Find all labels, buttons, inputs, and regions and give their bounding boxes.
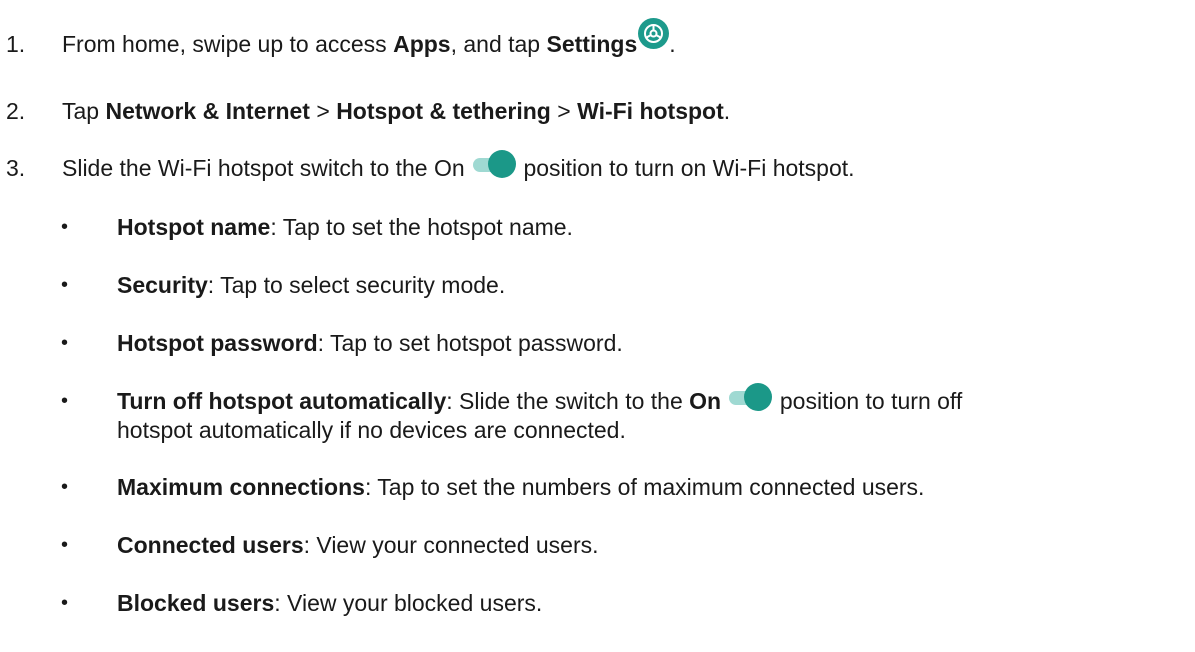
- bullet-icon: •: [61, 476, 69, 498]
- bullet-term: Maximum connections: [117, 474, 365, 500]
- toggle-knob: [488, 149, 517, 178]
- instructions-document: 1. From home, swipe up to access Apps, a…: [0, 0, 1195, 652]
- step-text-post: position to turn on Wi-Fi hotspot.: [517, 155, 855, 181]
- bullet-icon: •: [61, 216, 69, 238]
- path-separator: >: [309, 98, 337, 124]
- bullet-desc: : View your connected users.: [303, 532, 599, 558]
- path-separator: >: [550, 98, 578, 124]
- term-settings: Settings: [546, 31, 638, 57]
- term-wifi-hotspot: Wi-Fi hotspot: [577, 98, 724, 124]
- term-network-internet: Network & Internet: [105, 98, 310, 124]
- bullet-desc: : Tap to set hotspot password.: [317, 330, 623, 356]
- bullet-desc: : Slide the switch to the: [446, 388, 690, 414]
- step-text-post: .: [669, 31, 676, 57]
- step-number: 1.: [6, 31, 26, 57]
- term-apps: Apps: [393, 31, 451, 57]
- bullet-desc: : Tap to select security mode.: [207, 272, 506, 298]
- bullet-desc: : Tap to set the hotspot name.: [270, 214, 573, 240]
- bullet-text: Connected users: View your connected use…: [117, 531, 599, 559]
- bullet-term: Security: [117, 272, 208, 298]
- bullet-icon: •: [61, 534, 69, 556]
- step-number: 3.: [6, 155, 26, 181]
- bullet-term: Turn off hotspot automatically: [117, 388, 447, 414]
- step-number: 2.: [6, 98, 26, 124]
- step-text: Tap Network & Internet > Hotspot & tethe…: [62, 97, 730, 125]
- bullet-term: Hotspot name: [117, 214, 271, 240]
- bullet-text: Turn off hotspot automatically: Slide th…: [117, 382, 963, 418]
- term-on: On: [689, 388, 722, 414]
- step-text: From home, swipe up to access Apps, and …: [62, 18, 676, 61]
- bullet-desc: : Tap to set the numbers of maximum conn…: [364, 474, 925, 500]
- toggle-knob: [744, 382, 773, 411]
- bullet-icon: •: [61, 390, 69, 412]
- bullet-desc: position to turn off: [773, 388, 963, 414]
- bullet-text: Maximum connections: Tap to set the numb…: [117, 473, 924, 501]
- bullet-desc: : View your blocked users.: [274, 590, 543, 616]
- bullet-text: Hotspot name: Tap to set the hotspot nam…: [117, 213, 573, 241]
- toggle-switch-on-icon: [471, 149, 517, 179]
- bullet-term: Blocked users: [117, 590, 275, 616]
- bullet-term: Connected users: [117, 532, 304, 558]
- step-text-pre: Slide the Wi-Fi hotspot switch to the On: [62, 155, 472, 181]
- term-hotspot-tethering: Hotspot & tethering: [336, 98, 551, 124]
- toggle-switch-on-icon: [727, 382, 773, 412]
- step-text-pre: From home, swipe up to access: [62, 31, 394, 57]
- bullet-icon: •: [61, 332, 69, 354]
- bullet-icon: •: [61, 592, 69, 614]
- step-text: Slide the Wi-Fi hotspot switch to the On…: [62, 149, 855, 185]
- bullet-icon: •: [61, 274, 69, 296]
- bullet-text: Hotspot password: Tap to set hotspot pas…: [117, 329, 623, 357]
- settings-gear-icon: [638, 18, 670, 50]
- bullet-desc-continued: hotspot automatically if no devices are …: [117, 417, 626, 443]
- bullet-term: Hotspot password: [117, 330, 318, 356]
- step-text-mid: , and tap: [450, 31, 547, 57]
- step-text-pre: Tap: [62, 98, 106, 124]
- bullet-text: Security: Tap to select security mode.: [117, 271, 505, 299]
- bullet-text: Blocked users: View your blocked users.: [117, 589, 542, 617]
- step-text-post: .: [723, 98, 731, 124]
